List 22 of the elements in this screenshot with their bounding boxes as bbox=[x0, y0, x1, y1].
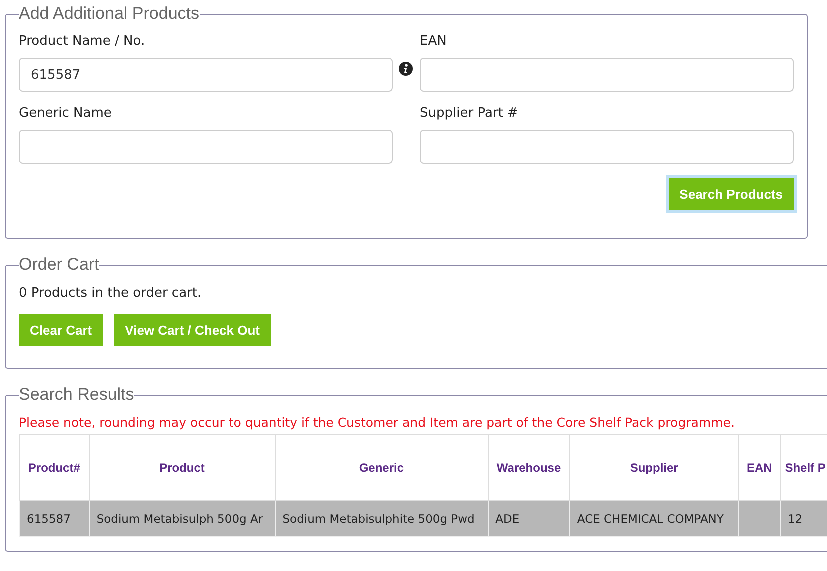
field-label: Product Name / No. bbox=[19, 34, 146, 49]
table-cell: 12 bbox=[780, 500, 827, 536]
input-field[interactable] bbox=[420, 58, 794, 92]
field-label: Generic Name bbox=[19, 106, 113, 121]
table-cell: Sodium Metabisulph 500g Ar bbox=[89, 500, 276, 536]
panel-title: Search Results bbox=[19, 385, 134, 405]
table-cell bbox=[738, 500, 781, 536]
field-label: Supplier Part # bbox=[420, 106, 520, 121]
column-header[interactable]: Product# bbox=[20, 434, 90, 500]
input-field[interactable] bbox=[19, 130, 393, 164]
table-cell: Sodium Metabisulphite 500g Pwd bbox=[275, 500, 488, 536]
table-cell: ADE bbox=[488, 500, 570, 536]
field-label: EAN bbox=[420, 34, 448, 49]
panel-title: Order Cart bbox=[19, 255, 100, 275]
input-field[interactable] bbox=[420, 130, 794, 164]
cart-summary: 0 Products in the order cart. bbox=[19, 286, 203, 301]
input-field[interactable]: 615587 bbox=[19, 58, 393, 92]
info-icon[interactable] bbox=[399, 62, 413, 76]
table-cell: ACE CHEMICAL COMPANY bbox=[570, 500, 739, 536]
panel-title: Add Additional Products bbox=[19, 4, 200, 24]
table-cell: 615587 bbox=[20, 500, 90, 536]
rounding-notice: Please note, rounding may occur to quantity if the Customer and Item are part of the Core Shelf Pack programme. bbox=[19, 415, 736, 430]
